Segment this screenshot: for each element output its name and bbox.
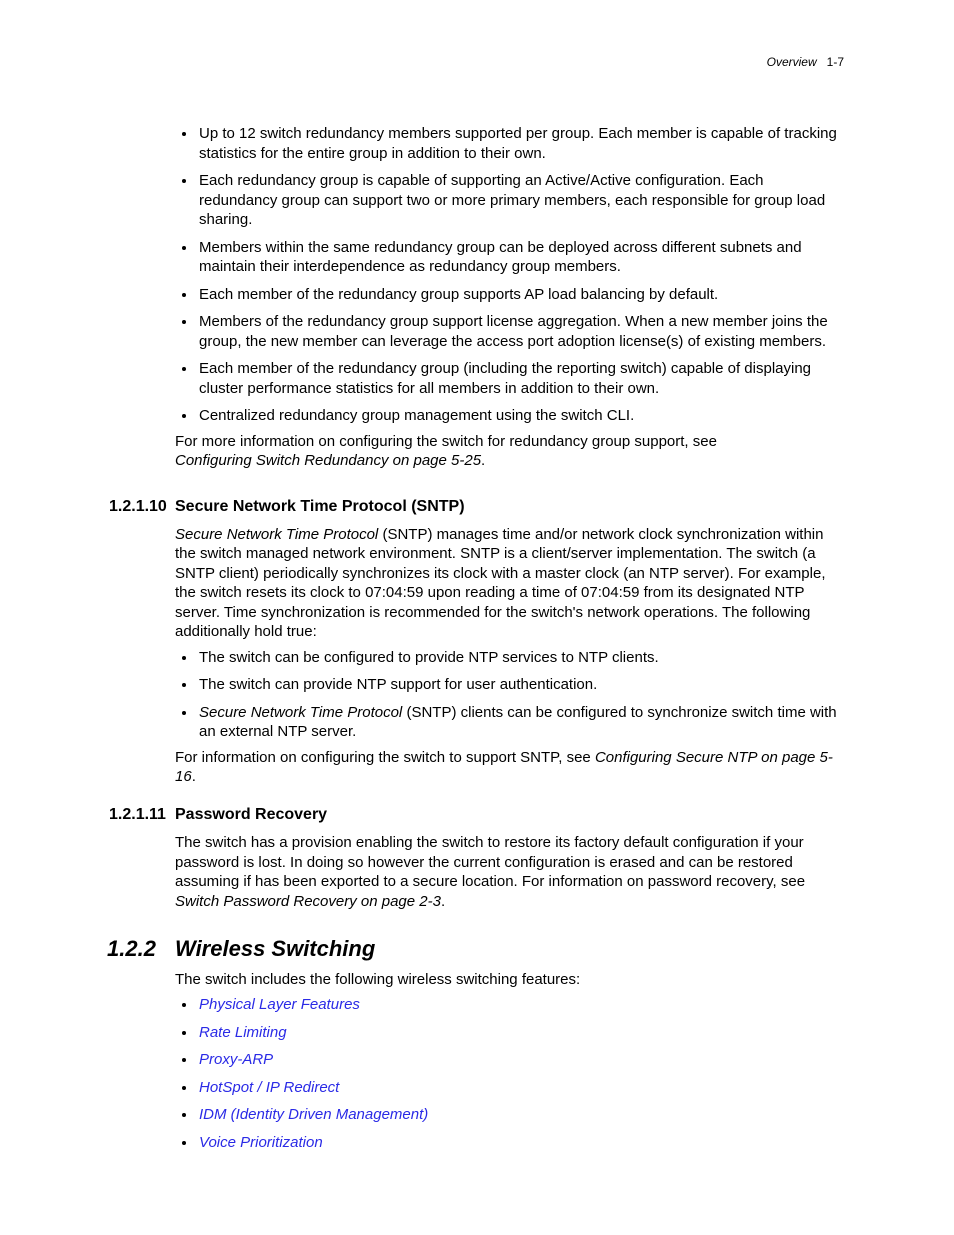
list-item: Members within the same redundancy group…: [197, 238, 844, 277]
list-item: Each redundancy group is capable of supp…: [197, 171, 844, 230]
dot: .: [441, 893, 445, 910]
section-title: Password Recovery: [175, 805, 327, 825]
sntp-footer-pre: For information on configuring the switc…: [175, 749, 595, 766]
link-rate-limiting[interactable]: Rate Limiting: [199, 1024, 287, 1041]
sntp-footer: For information on configuring the switc…: [175, 748, 844, 787]
link-physical-layer[interactable]: Physical Layer Features: [199, 996, 360, 1013]
list-item: The switch can provide NTP support for u…: [197, 675, 844, 695]
dot: .: [481, 452, 485, 469]
section-wireless-heading: 1.2.2 Wireless Switching: [175, 935, 844, 963]
section-number: 1.2.2: [107, 935, 175, 963]
list-item: The switch can be configured to provide …: [197, 648, 844, 668]
sntp-intro: Secure Network Time Protocol (SNTP) mana…: [175, 525, 844, 642]
list-item: Members of the redundancy group support …: [197, 312, 844, 351]
page-container: Overview 1-7 Up to 12 switch redundancy …: [0, 0, 954, 1235]
redundancy-footer-text: For more information on configuring the …: [175, 433, 717, 450]
link-voice-prioritization[interactable]: Voice Prioritization: [199, 1134, 323, 1151]
wireless-link-list: Physical Layer Features Rate Limiting Pr…: [175, 995, 844, 1152]
list-item: Voice Prioritization: [197, 1133, 844, 1153]
dot: .: [192, 768, 196, 785]
section-title: Wireless Switching: [175, 935, 375, 963]
pw-ref: Switch Password Recovery on page 2-3: [175, 893, 441, 910]
list-item: Up to 12 switch redundancy members suppo…: [197, 124, 844, 163]
section-number: 1.2.1.11: [109, 805, 175, 825]
redundancy-footer: For more information on configuring the …: [175, 432, 844, 471]
section-sntp-heading: 1.2.1.10 Secure Network Time Protocol (S…: [175, 497, 844, 517]
pw-body-text: The switch has a provision enabling the …: [175, 834, 805, 890]
list-item: Secure Network Time Protocol (SNTP) clie…: [197, 703, 844, 742]
header-section-label: Overview: [767, 55, 817, 69]
list-item: Physical Layer Features: [197, 995, 844, 1015]
section-number: 1.2.1.10: [109, 497, 175, 517]
list-item: HotSpot / IP Redirect: [197, 1078, 844, 1098]
list-item: Each member of the redundancy group supp…: [197, 285, 844, 305]
link-proxy-arp[interactable]: Proxy-ARP: [199, 1051, 273, 1068]
list-item: Centralized redundancy group management …: [197, 406, 844, 426]
redundancy-footer-ref: Configuring Switch Redundancy on page 5-…: [175, 452, 481, 469]
list-item: Rate Limiting: [197, 1023, 844, 1043]
list-item: Proxy-ARP: [197, 1050, 844, 1070]
pw-body: The switch has a provision enabling the …: [175, 833, 844, 911]
header-page-num: 1-7: [827, 55, 844, 69]
sntp-intro-lead: Secure Network Time Protocol: [175, 526, 378, 543]
section-pw-heading: 1.2.1.11 Password Recovery: [175, 805, 844, 825]
page-header: Overview 1-7: [110, 55, 844, 69]
list-item: Each member of the redundancy group (inc…: [197, 359, 844, 398]
page-content: Up to 12 switch redundancy members suppo…: [175, 124, 844, 1152]
link-hotspot[interactable]: HotSpot / IP Redirect: [199, 1079, 339, 1096]
header-page-number: [820, 55, 827, 69]
sntp-b3-lead: Secure Network Time Protocol: [199, 704, 402, 721]
sntp-bullet-list: The switch can be configured to provide …: [175, 648, 844, 742]
section-title: Secure Network Time Protocol (SNTP): [175, 497, 465, 517]
list-item: IDM (Identity Driven Management): [197, 1105, 844, 1125]
redundancy-bullet-list: Up to 12 switch redundancy members suppo…: [175, 124, 844, 426]
sntp-intro-rest: (SNTP) manages time and/or network clock…: [175, 526, 826, 641]
wireless-intro: The switch includes the following wirele…: [175, 970, 844, 990]
link-idm[interactable]: IDM (Identity Driven Management): [199, 1106, 428, 1123]
